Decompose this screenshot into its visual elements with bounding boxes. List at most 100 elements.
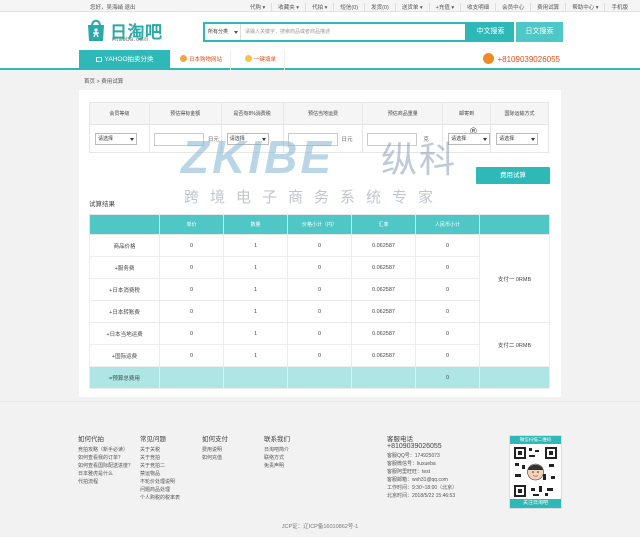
footer-link[interactable]: 个人购税的税率表	[140, 494, 180, 502]
top-link-mobile[interactable]: 手机版	[604, 3, 634, 11]
chevron-down-icon	[483, 138, 488, 141]
total-empty	[351, 366, 416, 389]
footer-link[interactable]: 关于竞拍二	[140, 462, 180, 470]
header-member-level: 会员等级	[89, 102, 150, 125]
total-value: 0	[415, 366, 480, 389]
top-bar: 您好，吴海峭 退出 代购 ▾ 收藏夹 ▾ 代拍 ▾ 短信(0) 发货(0) 送货…	[0, 0, 640, 12]
results-header-quantity: 数量	[223, 214, 288, 235]
calculate-fee-button[interactable]: 费用试算	[476, 167, 550, 184]
results-header-item	[89, 214, 160, 235]
total-empty	[479, 366, 550, 389]
subtotal-yen: 0	[287, 300, 352, 323]
header: 日淘吧 ritaoba.com 所有分类 请输入关键字，搜索商品或者商品描述 中…	[0, 12, 640, 50]
quantity: 1	[223, 234, 288, 257]
service-wechat: 客服微信号：liuxueba	[387, 461, 436, 467]
subtotal-yen: 0	[287, 322, 352, 345]
results-header-subtotal-yen: 价格小计（円）	[287, 214, 352, 235]
nav-item-label: 一键填单	[254, 57, 277, 63]
footer-link[interactable]: 竞拍攻略（新手必读）	[78, 446, 133, 454]
total-label: =预算总费用	[89, 366, 160, 389]
unit-price: 0	[159, 322, 224, 345]
member-level-select[interactable]: 请选择	[95, 133, 137, 145]
subtotal-yen: 0	[287, 278, 352, 301]
nav-japan-shopping-sites[interactable]: 日本购物网站	[180, 50, 232, 70]
menu-list-icon	[95, 57, 102, 62]
header-destination: 邮寄到	[442, 102, 492, 125]
footer-link[interactable]: 联络方式	[264, 454, 290, 462]
footer-link[interactable]: 不轮价处理说明	[140, 478, 180, 486]
search-category-select[interactable]: 所有分类	[205, 24, 241, 40]
footer: 如何代拍 竞拍攻略（新手必读） 如何查看我的订单？ 如何查看国际配送进度？ 日本…	[0, 401, 640, 519]
hotline-number: +8109039026055	[497, 55, 560, 64]
service-qq: 客服QQ号：174925073	[387, 453, 440, 459]
footer-link[interactable]: 关于竞拍	[140, 454, 180, 462]
fee-calculator-panel: 会员等级 预估得标金额 是否有8%消费税 预估当地运费 预估商品重量 邮寄到 国…	[79, 90, 561, 397]
footer-link[interactable]: 日本雅虎是什么	[78, 470, 133, 478]
subtotal-yen: 0	[287, 234, 352, 257]
header-shipping-method: 国际运输方式	[490, 102, 549, 125]
footer-col-payment: 如何支付 费用说明 如何充值	[202, 433, 228, 462]
subtotal-rmb: 0	[415, 300, 480, 323]
top-link-favorites[interactable]: 收藏夹 ▾	[271, 3, 305, 11]
top-link-help[interactable]: 帮助中心 ▾	[565, 3, 604, 11]
service-beijing-time: 北京时间：2018/5/22 15:46:53	[387, 493, 456, 499]
watermark-logo: ZKIBE 纵科	[181, 134, 461, 180]
top-link-fee-calculator[interactable]: 费用试算	[530, 3, 565, 11]
footer-link[interactable]: 问题商品处理	[140, 486, 180, 494]
nav-one-click-order[interactable]: 一键填单	[245, 50, 286, 70]
footer-link[interactable]: 如何查看国际配送进度？	[78, 462, 133, 470]
results-header-unit-price: 单价	[159, 214, 224, 235]
footer-link[interactable]: 费用说明	[202, 446, 228, 454]
header-bid-amount: 预估得标金额	[148, 102, 222, 125]
top-link-daipai[interactable]: 代拍 ▾	[305, 3, 333, 11]
logo-url: ritaoba.com	[112, 37, 149, 43]
footer-link[interactable]: 如何充值	[202, 454, 228, 462]
watermark-brand-cn: 纵科	[381, 139, 458, 180]
site-logo[interactable]: 日淘吧 ritaoba.com	[86, 16, 176, 46]
row-label: +国际运费	[89, 344, 160, 367]
footer-link[interactable]: 免责声明	[264, 462, 290, 470]
greeting-text[interactable]: 您好，吴海峭 退出	[90, 3, 136, 11]
shopping-bag-logo-icon	[88, 19, 104, 41]
search-category-value: 所有分类	[208, 29, 229, 35]
shipping-method-select[interactable]: 请选择	[496, 133, 539, 145]
footer-link[interactable]: 日淘吧简介	[264, 446, 290, 454]
top-link-delivery-order[interactable]: 送货单 ▾	[394, 3, 429, 11]
total-row: =预算总费用 0	[89, 366, 550, 389]
service-phone: +8109039026055	[387, 443, 442, 450]
top-link-member-center[interactable]: 会员中心	[495, 3, 530, 11]
exchange-rate: 0.062587	[351, 256, 416, 279]
wechat-qr-card: 微信扫描二维码 关注日淘吧	[509, 435, 562, 509]
service-email: 客服邮箱：wxh31@qq.com	[387, 477, 448, 483]
footer-link[interactable]: 代拍流程	[78, 478, 133, 486]
unit-price: 0	[159, 256, 224, 279]
hotline: +8109039026055	[483, 53, 560, 67]
top-links: 代购 ▾ 收藏夹 ▾ 代拍 ▾ 短信(0) 发货(0) 送货单 ▾ +充值 ▾ …	[244, 3, 634, 11]
footer-col-how-to-bid: 如何代拍 竞拍攻略（新手必读） 如何查看我的订单？ 如何查看国际配送进度？ 日本…	[78, 433, 133, 486]
header-tax: 是否有8%消费税	[220, 102, 284, 125]
top-link-daigou[interactable]: 代购 ▾	[244, 3, 271, 11]
search-box: 所有分类 请输入关键字，搜索商品或者商品描述	[203, 22, 467, 42]
results-table: 单价 数量 价格小计（円） 汇率 人民币小计 商品价格 0 1 0 0.0625…	[89, 214, 550, 389]
total-empty	[159, 366, 224, 389]
footer-link[interactable]: 关于关税	[140, 446, 180, 454]
unit-price: 0	[159, 234, 224, 257]
header-weight: 预估商品重量	[362, 102, 444, 125]
table-row: 商品价格 0 1 0 0.062587 0 支付一 0RMB	[89, 234, 550, 323]
footer-link[interactable]: 如何查看我的订单？	[78, 454, 133, 462]
icp-license[interactable]: JCP证：辽ICP备16010862号-1	[0, 522, 640, 530]
payment-one: 支付一 0RMB	[479, 234, 550, 323]
chinese-search-button[interactable]: 中文搜索	[467, 22, 514, 42]
search-input[interactable]: 请输入关键字，搜索商品或者商品描述	[245, 24, 330, 40]
japanese-search-button[interactable]: 日文搜索	[516, 22, 563, 42]
yahoo-category-menu[interactable]: YAHOO拍卖分类	[79, 50, 170, 70]
table-row: +日本当地运费 0 1 0 0.062587 0 支付二 0RMB	[89, 322, 550, 367]
top-link-statements[interactable]: 收支明细	[460, 3, 495, 11]
top-link-shipping[interactable]: 发货(0)	[364, 3, 395, 11]
top-link-messages[interactable]: 短信(0)	[333, 3, 364, 11]
member-level-cell: 请选择	[89, 124, 150, 153]
results-header-subtotal-rmb: 人民币小计	[415, 214, 480, 235]
subtotal-rmb: 0	[415, 234, 480, 257]
footer-link[interactable]: 禁运物品	[140, 470, 180, 478]
top-link-recharge[interactable]: +充值 ▾	[428, 3, 461, 11]
